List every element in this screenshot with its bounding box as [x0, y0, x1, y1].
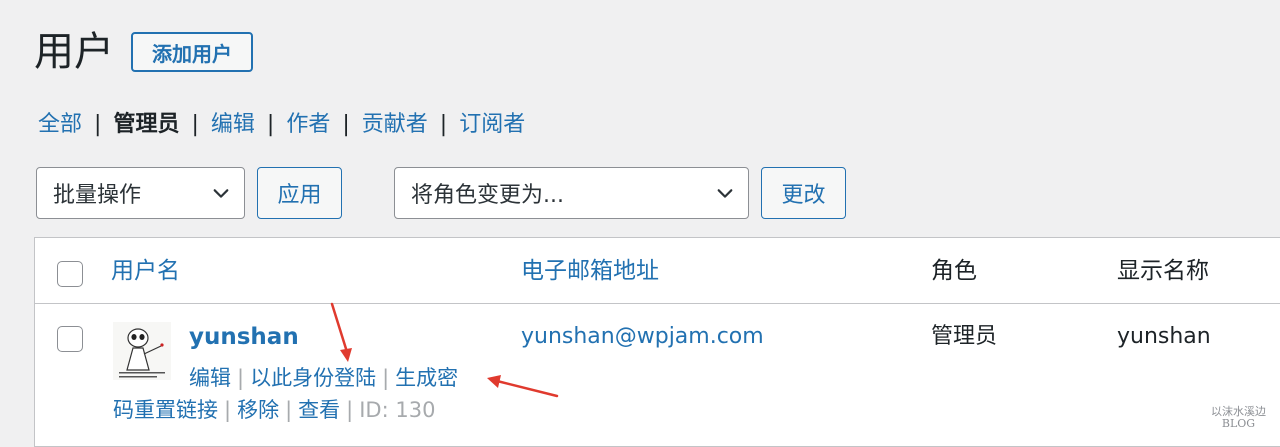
filter-all[interactable]: 全部	[38, 110, 82, 140]
filter-author[interactable]: 作者	[286, 110, 330, 140]
watermark-logo: 以沫水溪边 BLOG	[1211, 406, 1266, 430]
action-separator: |	[382, 366, 390, 390]
filter-contributor[interactable]: 贡献者	[362, 110, 428, 140]
bulk-actions-value: 批量操作	[53, 183, 142, 208]
apply-button[interactable]: 应用	[257, 167, 342, 219]
email-link[interactable]: yunshan@wpjam.com	[521, 322, 764, 352]
filter-administrator[interactable]: 管理员	[113, 110, 179, 140]
action-separator: |	[346, 398, 354, 422]
column-display-name: 显示名称	[1117, 258, 1209, 284]
avatar	[113, 322, 171, 380]
filter-separator: |	[94, 112, 102, 137]
edit-user-link[interactable]: 编辑	[189, 366, 231, 390]
select-all-checkbox[interactable]	[57, 261, 83, 287]
action-separator: |	[237, 366, 245, 390]
role-value: 管理员	[931, 324, 998, 349]
filter-separator: |	[439, 112, 448, 137]
users-table: 用户名 电子邮箱地址 角色 显示名称 yunshan 编辑 | 以此身份登陆 | 生成密	[34, 237, 1280, 447]
chevron-down-icon	[213, 189, 229, 198]
change-role-select[interactable]: 将角色变更为...	[394, 167, 749, 219]
table-row: yunshan 编辑 | 以此身份登陆 | 生成密 码重置链接 | 移除 | 查看 | ID: 13…	[35, 304, 1280, 446]
watermark-line-2: BLOG	[1221, 417, 1256, 430]
reset-password-link-start[interactable]: 生成密	[395, 366, 458, 390]
reset-password-link-end[interactable]: 码重置链接	[113, 398, 218, 422]
row-actions: 编辑 | 以此身份登陆 | 生成密	[189, 360, 519, 396]
filter-separator: |	[191, 112, 199, 137]
column-email[interactable]: 电子邮箱地址	[521, 256, 659, 286]
column-username[interactable]: 用户名	[111, 256, 180, 286]
row-checkbox[interactable]	[57, 326, 83, 352]
chevron-down-icon	[717, 189, 733, 198]
action-separator: |	[224, 398, 232, 422]
remove-user-link[interactable]: 移除	[237, 398, 279, 422]
username-link[interactable]: yunshan	[189, 322, 299, 352]
display-name-value: yunshan	[1117, 324, 1211, 349]
change-role-value: 将角色变更为...	[411, 183, 564, 208]
change-role-button[interactable]: 更改	[761, 167, 846, 219]
view-user-link[interactable]: 查看	[298, 398, 340, 422]
add-user-button[interactable]: 添加用户	[131, 32, 253, 72]
filter-separator: |	[266, 112, 275, 137]
role-filter-links: 全部 | 管理员 | 编辑 | 作者 | 贡献者 | 订阅者	[38, 110, 525, 140]
avatar-image	[113, 322, 171, 380]
bulk-actions-select[interactable]: 批量操作	[36, 167, 245, 219]
table-header: 用户名 电子邮箱地址 角色 显示名称	[35, 238, 1280, 304]
user-id-text: ID: 130	[359, 398, 436, 422]
login-as-user-link[interactable]: 以此身份登陆	[250, 366, 376, 390]
filter-editor[interactable]: 编辑	[211, 110, 255, 140]
row-actions-line-2: 码重置链接 | 移除 | 查看 | ID: 130	[113, 392, 435, 428]
page-title: 用户	[34, 29, 114, 75]
action-separator: |	[285, 398, 293, 422]
filter-separator: |	[342, 112, 350, 137]
column-role: 角色	[931, 258, 977, 284]
filter-subscriber[interactable]: 订阅者	[459, 110, 525, 140]
